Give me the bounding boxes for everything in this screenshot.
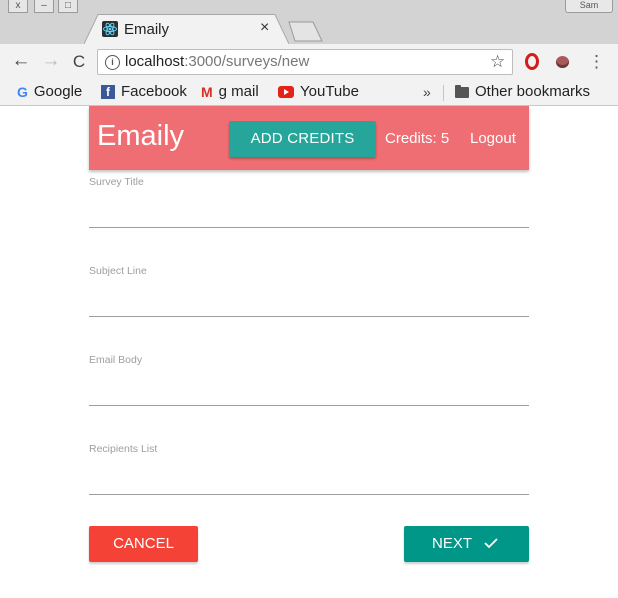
bookmark-google[interactable]: G Google [17,83,82,100]
tab-emaily[interactable]: Emaily × [84,14,289,44]
survey-title-input[interactable] [89,188,529,228]
url-host: localhost [125,53,185,70]
tab-close-icon[interactable]: × [260,19,269,37]
opera-extension-icon[interactable] [525,53,539,70]
bookmarks-bar: G Google f Facebook Mg mail YouTube » Othe… [0,80,618,106]
address-bar[interactable]: i localhost:3000/surveys/new ☆ [97,49,513,75]
bookmark-gmail[interactable]: Mg mail [201,83,259,100]
browser-toolbar: ← → C i localhost:3000/surveys/new ☆ ⋮ [0,44,618,80]
app-header: Emaily ADD CREDITS Credits: 5 Logout [89,106,529,170]
next-button[interactable]: NEXT [404,526,529,562]
bookmarks-overflow-icon[interactable]: » [423,84,431,100]
folder-icon [455,84,469,98]
facebook-icon: f [101,85,115,100]
window-minimize-control[interactable]: – [34,0,54,13]
url-text: localhost:3000/surveys/new [125,53,309,70]
youtube-icon [278,86,294,99]
other-bookmarks-label: Other bookmarks [475,83,591,100]
bookmark-star-icon[interactable]: ☆ [490,52,505,72]
site-info-icon[interactable]: i [105,55,120,70]
bookmark-label: Google [33,83,83,100]
recipients-list-field: Recipients List [89,443,529,501]
field-label: Subject Line [89,265,147,277]
field-label: Recipients List [89,443,158,455]
back-arrow-icon[interactable]: ← [10,50,32,72]
forward-arrow-icon[interactable]: → [40,50,62,72]
react-icon [102,21,118,37]
bookmark-label: YouTube [300,83,359,100]
profile-badge[interactable]: Sam [565,0,613,13]
email-body-input[interactable] [89,366,529,406]
other-bookmarks[interactable]: Other bookmarks [455,83,590,100]
next-button-label: NEXT [432,535,473,552]
field-label: Email Body [89,354,143,366]
cancel-button[interactable]: CANCEL [89,526,198,562]
survey-title-field: Survey Title [89,176,529,234]
window-maximize-control[interactable]: □ [58,0,78,13]
add-credits-button[interactable]: ADD CREDITS [229,121,376,157]
subject-line-field: Subject Line [89,265,529,323]
url-path: :3000/surveys/new [184,53,310,70]
field-label: Survey Title [89,176,144,188]
check-icon [484,538,498,549]
google-icon: G [17,84,28,101]
bookmarks-divider [443,85,444,101]
browser-menu-icon[interactable]: ⋮ [588,52,605,72]
extension-icon[interactable] [556,56,569,68]
email-body-field: Email Body [89,354,529,412]
new-tab-icon[interactable] [285,21,323,42]
gmail-icon: M [201,84,213,101]
tab-strip: x – □ Emaily × Sam [0,0,618,44]
credits-count: Credits: 5 [385,130,450,147]
window-close-control[interactable]: x [8,0,28,13]
tab-title: Emaily [124,21,170,38]
recipients-list-input[interactable] [89,455,529,495]
logout-link[interactable]: Logout [470,130,516,147]
bookmark-facebook[interactable]: f Facebook [101,83,187,100]
subject-line-input[interactable] [89,277,529,317]
bookmark-label: Facebook [121,83,187,100]
bookmark-label: g mail [218,83,259,100]
bookmark-youtube[interactable]: YouTube [278,83,359,100]
reload-icon[interactable]: C [68,52,90,72]
brand-logo[interactable]: Emaily [97,120,184,153]
